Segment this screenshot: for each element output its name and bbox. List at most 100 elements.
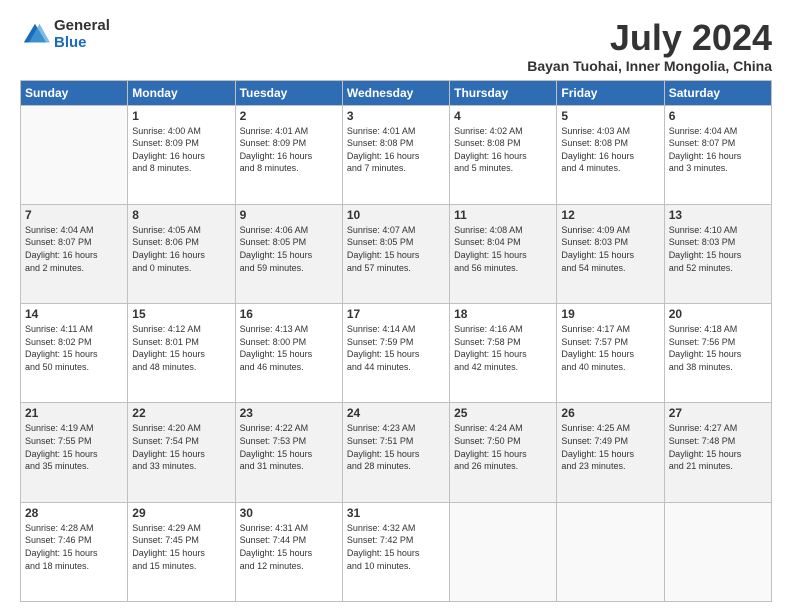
- day-cell: 21Sunrise: 4:19 AM Sunset: 7:55 PM Dayli…: [21, 403, 128, 502]
- day-cell: 26 Sunrise: 4:25 AM Sunset: 7:49 PM Dayli…: [557, 403, 664, 502]
- day-info: Sunrise: 4:32 AM Sunset: 7:42 PM Dayligh…: [347, 522, 445, 572]
- day-cell: 13Sunrise: 4:10 AM Sunset: 8:03 PM Dayli…: [664, 204, 771, 303]
- day-number: 20: [669, 307, 767, 321]
- day-cell: 3 Sunrise: 4:01 AM Sunset: 8:08 PM Daylig…: [342, 105, 449, 204]
- day-number: 4: [454, 109, 552, 123]
- day-info: Sunrise: 4:03 AM Sunset: 8:08 PM Dayligh…: [561, 125, 659, 175]
- day-cell: 11Sunrise: 4:08 AM Sunset: 8:04 PM Dayli…: [450, 204, 557, 303]
- header-cell-thursday: Thursday: [450, 80, 557, 105]
- day-number: 19: [561, 307, 659, 321]
- day-number: 12: [561, 208, 659, 222]
- day-cell: 10 Sunrise: 4:07 AM Sunset: 8:05 PM Dayli…: [342, 204, 449, 303]
- day-number: 15: [132, 307, 230, 321]
- day-cell: [450, 502, 557, 601]
- day-cell: [21, 105, 128, 204]
- day-info: Sunrise: 4:04 AM Sunset: 8:07 PM Dayligh…: [669, 125, 767, 175]
- day-number: 28: [25, 506, 123, 520]
- day-info: Sunrise: 4:14 AM Sunset: 7:59 PM Dayligh…: [347, 323, 445, 373]
- day-cell: [557, 502, 664, 601]
- day-info: Sunrise: 4:23 AM Sunset: 7:51 PM Dayligh…: [347, 422, 445, 472]
- day-info: Sunrise: 4:29 AM Sunset: 7:45 PM Dayligh…: [132, 522, 230, 572]
- day-info: Sunrise: 4:25 AM Sunset: 7:49 PM Dayligh…: [561, 422, 659, 472]
- day-cell: 30 Sunrise: 4:31 AM Sunset: 7:44 PM Dayli…: [235, 502, 342, 601]
- header: General Blue July 2024 Bayan Tuohai, Inn…: [20, 18, 772, 74]
- day-number: 23: [240, 406, 338, 420]
- day-info: Sunrise: 4:20 AM Sunset: 7:54 PM Dayligh…: [132, 422, 230, 472]
- day-cell: 18 Sunrise: 4:16 AM Sunset: 7:58 PM Dayli…: [450, 304, 557, 403]
- day-info: Sunrise: 4:10 AM Sunset: 8:03 PM Dayligh…: [669, 224, 767, 274]
- day-number: 17: [347, 307, 445, 321]
- day-number: 14: [25, 307, 123, 321]
- calendar: SundayMondayTuesdayWednesdayThursdayFrid…: [20, 80, 772, 602]
- day-cell: 1 Sunrise: 4:00 AM Sunset: 8:09 PM Daylig…: [128, 105, 235, 204]
- day-info: Sunrise: 4:18 AM Sunset: 7:56 PM Dayligh…: [669, 323, 767, 373]
- day-cell: 24 Sunrise: 4:23 AM Sunset: 7:51 PM Dayli…: [342, 403, 449, 502]
- calendar-table: SundayMondayTuesdayWednesdayThursdayFrid…: [20, 80, 772, 602]
- day-cell: 20 Sunrise: 4:18 AM Sunset: 7:56 PM Dayli…: [664, 304, 771, 403]
- day-number: 7: [25, 208, 123, 222]
- day-info: Sunrise: 4:07 AM Sunset: 8:05 PM Dayligh…: [347, 224, 445, 274]
- day-info: Sunrise: 4:27 AM Sunset: 7:48 PM Dayligh…: [669, 422, 767, 472]
- day-cell: 22Sunrise: 4:20 AM Sunset: 7:54 PM Dayli…: [128, 403, 235, 502]
- day-info: Sunrise: 4:31 AM Sunset: 7:44 PM Dayligh…: [240, 522, 338, 572]
- day-cell: 27 Sunrise: 4:27 AM Sunset: 7:48 PM Dayli…: [664, 403, 771, 502]
- day-cell: 14 Sunrise: 4:11 AM Sunset: 8:02 PM Dayli…: [21, 304, 128, 403]
- day-number: 16: [240, 307, 338, 321]
- week-row-1: 1 Sunrise: 4:00 AM Sunset: 8:09 PM Daylig…: [21, 105, 772, 204]
- header-cell-friday: Friday: [557, 80, 664, 105]
- day-number: 24: [347, 406, 445, 420]
- day-number: 25: [454, 406, 552, 420]
- day-number: 10: [347, 208, 445, 222]
- day-number: 27: [669, 406, 767, 420]
- day-cell: 6 Sunrise: 4:04 AM Sunset: 8:07 PM Daylig…: [664, 105, 771, 204]
- logo-blue: Blue: [54, 35, 110, 52]
- header-cell-tuesday: Tuesday: [235, 80, 342, 105]
- day-number: 9: [240, 208, 338, 222]
- day-info: Sunrise: 4:04 AM Sunset: 8:07 PM Dayligh…: [25, 224, 123, 274]
- day-info: Sunrise: 4:24 AM Sunset: 7:50 PM Dayligh…: [454, 422, 552, 472]
- day-info: Sunrise: 4:08 AM Sunset: 8:04 PM Dayligh…: [454, 224, 552, 274]
- subtitle: Bayan Tuohai, Inner Mongolia, China: [527, 58, 772, 74]
- day-info: Sunrise: 4:01 AM Sunset: 8:08 PM Dayligh…: [347, 125, 445, 175]
- day-cell: 19 Sunrise: 4:17 AM Sunset: 7:57 PM Dayli…: [557, 304, 664, 403]
- day-cell: 31 Sunrise: 4:32 AM Sunset: 7:42 PM Dayli…: [342, 502, 449, 601]
- day-cell: 9 Sunrise: 4:06 AM Sunset: 8:05 PM Daylig…: [235, 204, 342, 303]
- day-info: Sunrise: 4:06 AM Sunset: 8:05 PM Dayligh…: [240, 224, 338, 274]
- day-cell: 4 Sunrise: 4:02 AM Sunset: 8:08 PM Daylig…: [450, 105, 557, 204]
- day-number: 8: [132, 208, 230, 222]
- day-info: Sunrise: 4:11 AM Sunset: 8:02 PM Dayligh…: [25, 323, 123, 373]
- day-info: Sunrise: 4:02 AM Sunset: 8:08 PM Dayligh…: [454, 125, 552, 175]
- day-number: 6: [669, 109, 767, 123]
- day-number: 18: [454, 307, 552, 321]
- day-info: Sunrise: 4:01 AM Sunset: 8:09 PM Dayligh…: [240, 125, 338, 175]
- logo-general: General: [54, 18, 110, 35]
- day-cell: 28 Sunrise: 4:28 AM Sunset: 7:46 PM Dayli…: [21, 502, 128, 601]
- day-info: Sunrise: 4:09 AM Sunset: 8:03 PM Dayligh…: [561, 224, 659, 274]
- day-number: 31: [347, 506, 445, 520]
- header-cell-wednesday: Wednesday: [342, 80, 449, 105]
- day-cell: 7 Sunrise: 4:04 AM Sunset: 8:07 PM Daylig…: [21, 204, 128, 303]
- day-cell: 29 Sunrise: 4:29 AM Sunset: 7:45 PM Dayli…: [128, 502, 235, 601]
- day-cell: 8Sunrise: 4:05 AM Sunset: 8:06 PM Daylig…: [128, 204, 235, 303]
- logo-icon: [20, 20, 50, 50]
- day-info: Sunrise: 4:28 AM Sunset: 7:46 PM Dayligh…: [25, 522, 123, 572]
- day-cell: 16 Sunrise: 4:13 AM Sunset: 8:00 PM Dayli…: [235, 304, 342, 403]
- day-number: 1: [132, 109, 230, 123]
- day-number: 26: [561, 406, 659, 420]
- header-cell-saturday: Saturday: [664, 80, 771, 105]
- day-info: Sunrise: 4:13 AM Sunset: 8:00 PM Dayligh…: [240, 323, 338, 373]
- logo: General Blue: [20, 18, 110, 51]
- page: General Blue July 2024 Bayan Tuohai, Inn…: [0, 0, 792, 612]
- day-info: Sunrise: 4:22 AM Sunset: 7:53 PM Dayligh…: [240, 422, 338, 472]
- day-cell: 23 Sunrise: 4:22 AM Sunset: 7:53 PM Dayli…: [235, 403, 342, 502]
- day-number: 3: [347, 109, 445, 123]
- logo-text: General Blue: [54, 18, 110, 51]
- day-number: 30: [240, 506, 338, 520]
- day-info: Sunrise: 4:17 AM Sunset: 7:57 PM Dayligh…: [561, 323, 659, 373]
- day-cell: 17 Sunrise: 4:14 AM Sunset: 7:59 PM Dayli…: [342, 304, 449, 403]
- week-row-2: 7 Sunrise: 4:04 AM Sunset: 8:07 PM Daylig…: [21, 204, 772, 303]
- day-info: Sunrise: 4:16 AM Sunset: 7:58 PM Dayligh…: [454, 323, 552, 373]
- day-number: 29: [132, 506, 230, 520]
- day-number: 2: [240, 109, 338, 123]
- day-info: Sunrise: 4:00 AM Sunset: 8:09 PM Dayligh…: [132, 125, 230, 175]
